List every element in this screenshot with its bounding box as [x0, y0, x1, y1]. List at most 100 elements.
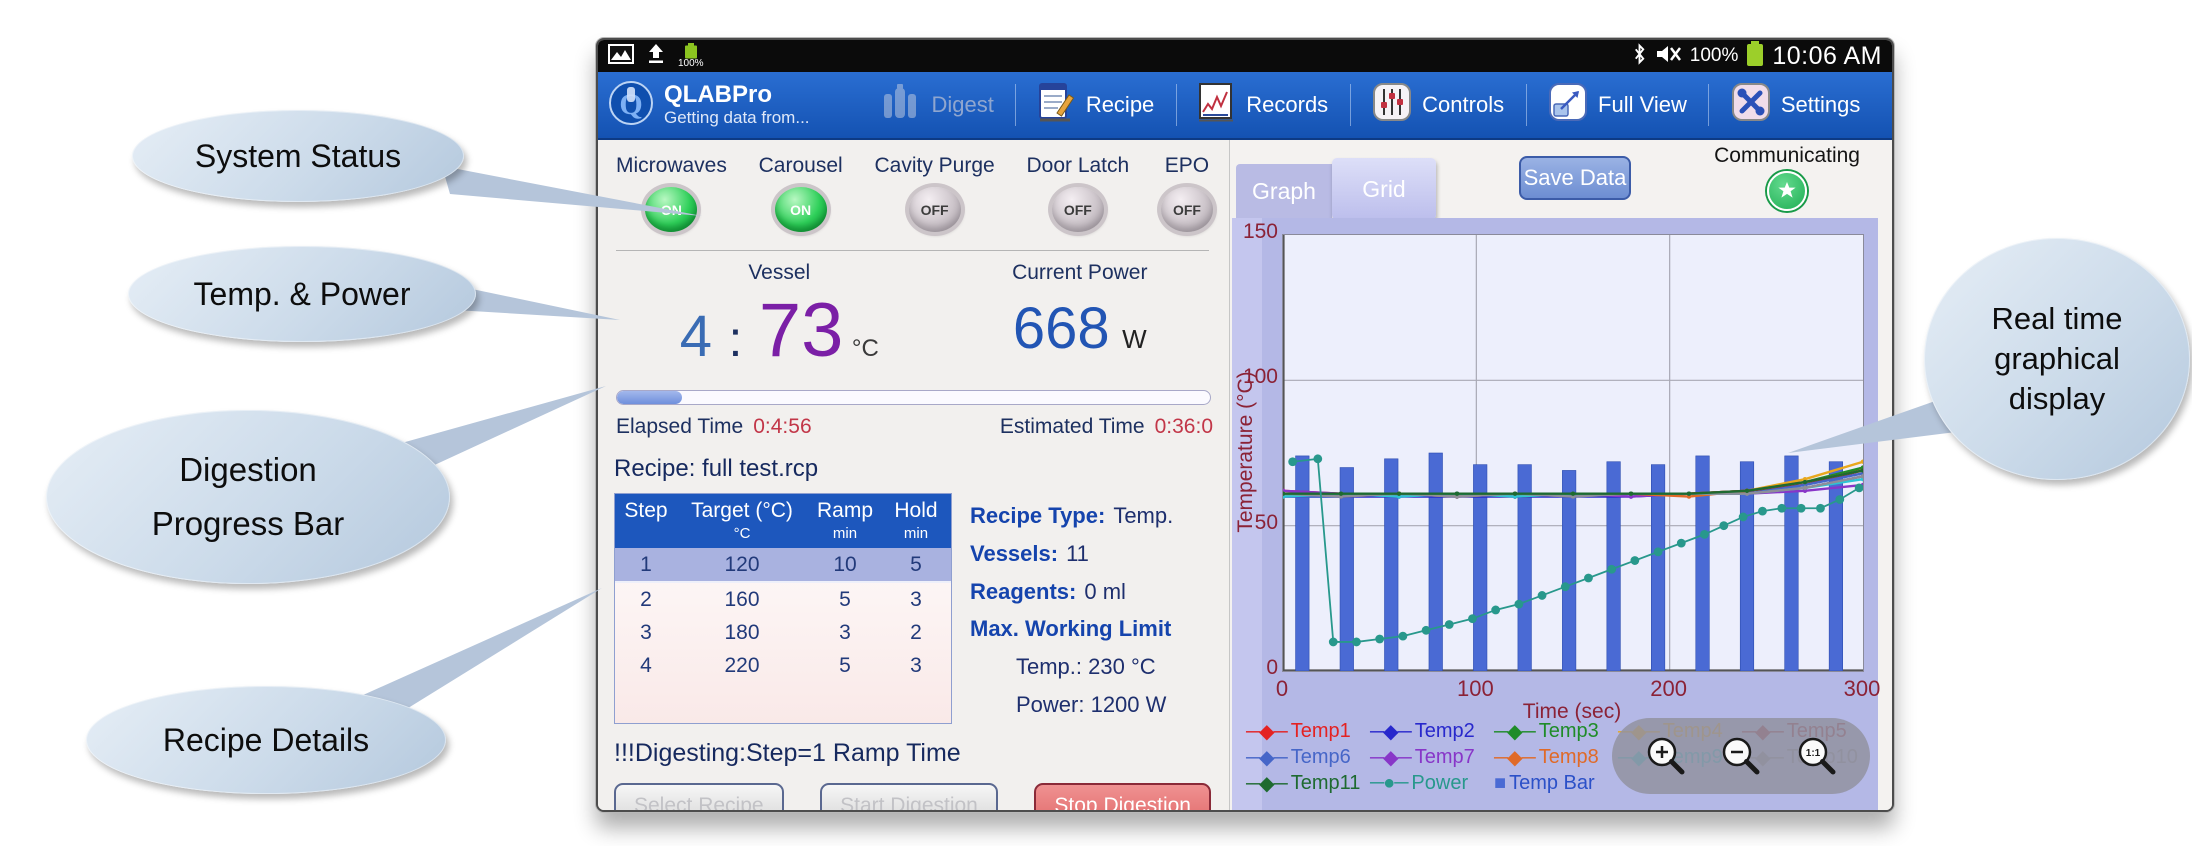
zoom-reset-button[interactable]: 1:1	[1795, 734, 1839, 778]
toggle-microwaves: MicrowavesON	[616, 154, 727, 232]
y-tick-label: 0	[1236, 656, 1278, 680]
toggle-button-microwaves[interactable]: ON	[645, 187, 697, 232]
table-cell: 3	[883, 649, 949, 682]
callout-text: Progress Bar	[152, 497, 345, 551]
table-row[interactable]: 318032	[615, 616, 951, 649]
annotated-screenshot: System Status Temp. & Power DigestionPro…	[0, 0, 2192, 846]
legend-marker: ─◆─	[1246, 719, 1287, 744]
x-tick-label: 0	[1276, 676, 1288, 702]
y-axis-title: Temperature (°C)	[1234, 371, 1258, 532]
callout-text: Recipe Details	[163, 717, 369, 763]
legend-marker: ─◆─	[1370, 745, 1411, 770]
legend-label: Temp3	[1539, 720, 1599, 743]
legend-label: Temp8	[1539, 746, 1599, 769]
legend-item: ─◆─Temp2	[1370, 719, 1494, 744]
table-cell: 4	[615, 649, 677, 682]
battery-icon	[1746, 41, 1764, 72]
tab-grid[interactable]: Grid	[1332, 158, 1436, 220]
digestion-progress-bar	[616, 390, 1211, 405]
nav-item-controls[interactable]: Controls	[1372, 82, 1504, 128]
vessels-icon	[881, 82, 921, 128]
bluetooth-icon	[1632, 42, 1647, 71]
legend-marker: ─◆─	[1494, 745, 1535, 770]
nav-item-records[interactable]: Records	[1198, 82, 1328, 128]
table-row[interactable]: 216053	[615, 583, 951, 616]
legend-item: ─◆─Temp11	[1246, 771, 1370, 796]
legend-item: ─◆─Temp1	[1246, 719, 1370, 744]
toggle-button-epo[interactable]: OFF	[1161, 187, 1213, 232]
temp-power-readouts: Vessel 4 : 73 °C Current Power 668 W	[614, 261, 1215, 374]
x-tick-label: 200	[1650, 676, 1687, 702]
communicating-label: Communicating	[1714, 144, 1860, 168]
nav-items: Digest Recipe Records Controls Full View Sett…	[860, 82, 1882, 128]
recipe-details: Recipe Type:Temp.Vessels:11Reagents:0 ml…	[970, 493, 1179, 724]
save-data-button[interactable]: Save Data	[1519, 156, 1631, 200]
recipe-table-header-cell: Holdmin	[883, 499, 949, 542]
toggle-button-cavity-purge[interactable]: OFF	[909, 187, 961, 232]
gallery-icon	[608, 44, 634, 69]
vessel-temp-readout: 4 : 73 °C	[614, 287, 945, 374]
action-buttons: Select Recipe Start Digestion Stop Digesti…	[614, 783, 1215, 812]
nav-item-recipe[interactable]: Recipe	[1038, 82, 1154, 128]
communicating-status: Communicating	[1714, 144, 1860, 211]
x-tick-label: 300	[1844, 676, 1881, 702]
stop-digestion-button[interactable]: Stop Digestion	[1034, 783, 1211, 812]
legend-item: ─●─Power	[1370, 772, 1494, 795]
toggle-button-door-latch[interactable]: OFF	[1052, 187, 1104, 232]
estimated-time-label: Estimated Time	[1000, 415, 1145, 439]
zoom-out-button[interactable]	[1719, 734, 1763, 778]
legend-label: Temp6	[1291, 746, 1351, 769]
toggle-door-latch: Door LatchOFF	[1026, 154, 1129, 232]
nav-item-digest[interactable]: Digest	[881, 82, 993, 128]
table-cell: 2	[883, 616, 949, 649]
controls-icon	[1372, 82, 1412, 128]
table-row[interactable]: 1120105	[615, 548, 951, 583]
y-tick-label: 100	[1236, 365, 1278, 389]
recipe-detail-line: Vessels:11	[970, 535, 1179, 573]
graph-panel: GraphGrid Save Data Communicating Temper…	[1230, 140, 1892, 810]
callout-text: Digestion	[179, 443, 317, 497]
tab-graph[interactable]: Graph	[1236, 164, 1332, 218]
recipe-table-header-cell: Rampmin	[807, 499, 883, 542]
table-cell: 3	[807, 616, 883, 649]
nav-item-settings[interactable]: Settings	[1731, 82, 1861, 128]
toggle-button-carousel[interactable]: ON	[775, 187, 827, 232]
vessel-number: 4	[680, 304, 712, 369]
legend-item: ─◆─Temp3	[1494, 719, 1618, 744]
recipe-table-header: StepTarget (°C)°CRampminHoldmin	[615, 494, 951, 548]
recipe-table-header-cell: Step	[615, 499, 677, 542]
recipe-detail-line: Recipe Type:Temp.	[970, 497, 1179, 535]
nav-item-full-view[interactable]: Full View	[1548, 82, 1687, 128]
legend-marker: ─●─	[1370, 772, 1407, 795]
nav-divider	[1526, 84, 1527, 126]
start-digestion-button[interactable]: Start Digestion	[820, 783, 998, 812]
clock: 10:06 AM	[1772, 42, 1882, 71]
progress-fill	[617, 391, 682, 404]
android-status-bar: 100% 100% 10:06 AM	[598, 40, 1892, 72]
settings-icon	[1731, 82, 1771, 128]
graph-grid-tabs: GraphGrid	[1236, 156, 1436, 218]
nav-item-label: Full View	[1598, 92, 1687, 118]
battery-icon: 100%	[678, 43, 704, 69]
vessel-separator: :	[728, 311, 742, 367]
select-recipe-button[interactable]: Select Recipe	[614, 783, 784, 812]
nav-divider	[1015, 84, 1016, 126]
vessel-label: Vessel	[614, 261, 945, 285]
current-power-label: Current Power	[945, 261, 1215, 285]
estimated-time-value: 0:36:0	[1155, 415, 1213, 439]
chart-panel: Temperature (°C) 050100150 0100200300 Ti…	[1232, 218, 1878, 810]
legend-marker: ■	[1494, 772, 1505, 795]
table-cell: 180	[677, 616, 807, 649]
callout-system-status: System Status	[132, 110, 464, 202]
zoom-in-button[interactable]	[1644, 734, 1688, 778]
recipe-detail-line: Power: 1200 W	[970, 686, 1179, 724]
table-row[interactable]: 422053	[615, 649, 951, 682]
nav-divider	[1708, 84, 1709, 126]
legend-item: ─◆─Temp6	[1246, 745, 1370, 770]
power-unit: W	[1122, 324, 1147, 354]
legend-label: Temp2	[1415, 720, 1475, 743]
table-cell: 3	[615, 616, 677, 649]
legend-item: ■Temp Bar	[1494, 772, 1618, 795]
chart-plot-area	[1282, 234, 1864, 672]
temp-unit: °C	[852, 335, 879, 362]
